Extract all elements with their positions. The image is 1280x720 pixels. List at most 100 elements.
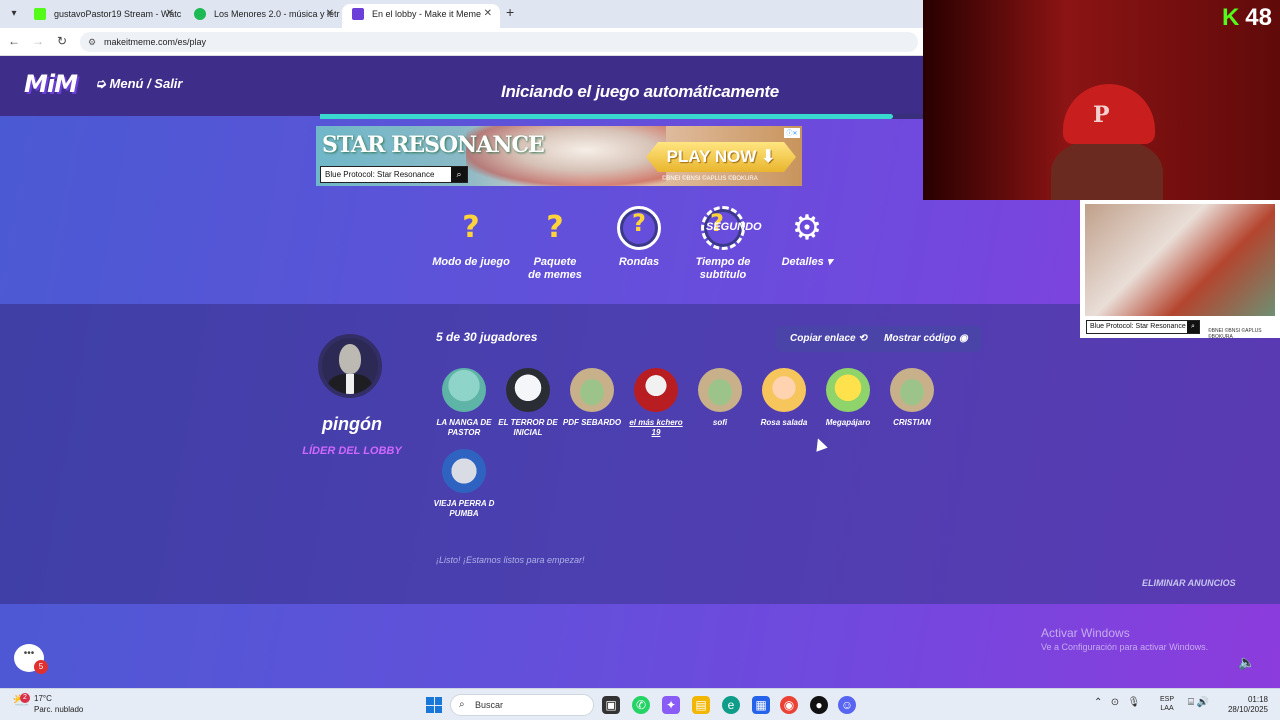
kick-favicon-icon xyxy=(34,8,46,20)
setting-rounds[interactable]: ? Rondas xyxy=(594,206,684,269)
file-explorer-icon[interactable]: ▤ xyxy=(692,696,710,714)
kick-logo-icon: K xyxy=(1221,4,1240,31)
ready-status: ¡Listo! ¡Estamos listos para empezar! xyxy=(436,555,585,565)
ad-banner[interactable]: STAR RESONANCE PLAY NOW ⬇ Blue Protocol:… xyxy=(316,126,802,186)
tab-search-icon[interactable]: ▾ xyxy=(6,6,22,22)
player-avatar xyxy=(826,368,870,412)
reload-icon[interactable]: ↻ xyxy=(54,34,70,48)
show-code-button[interactable]: Mostrar código ◉ xyxy=(870,326,982,352)
gear-icon: ⚙ xyxy=(791,209,823,247)
player-avatar xyxy=(698,368,742,412)
player-card[interactable]: Rosa salada xyxy=(752,368,816,428)
search-icon[interactable]: ⌕ xyxy=(451,167,467,182)
browser-tab-strip: ▾ gustavoPastor19 Stream - Watc ✕ Los Me… xyxy=(0,0,923,28)
ad-info-icon[interactable]: ⓘ✕ xyxy=(784,128,800,138)
setting-subtitle-time[interactable]: ? SEGUNDO Tiempo de subtítulo xyxy=(678,206,768,282)
auto-start-progress xyxy=(320,114,923,119)
setting-game-mode[interactable]: ? Modo de juego xyxy=(426,206,516,269)
edge-icon[interactable]: e xyxy=(722,696,740,714)
player-name: el más kchero 19 xyxy=(629,418,683,437)
copilot-icon[interactable]: ✦ xyxy=(662,696,680,714)
player-name: sofi xyxy=(712,418,728,427)
site-info-icon[interactable]: ⚙ xyxy=(88,32,96,52)
tab-make-it-meme[interactable]: En el lobby - Make it Meme ✕ xyxy=(342,4,500,28)
chrome-icon[interactable]: ◉ xyxy=(780,696,798,714)
back-icon[interactable]: ← xyxy=(6,34,22,48)
player-avatar xyxy=(890,368,934,412)
microphone-icon[interactable]: 🎙 xyxy=(1127,697,1140,708)
tab-spotify[interactable]: Los Menores 2.0 - música y letr ✕ xyxy=(184,4,342,28)
windows-start-icon[interactable] xyxy=(426,697,442,713)
player-card[interactable]: CRISTIAN xyxy=(880,368,944,428)
search-icon[interactable]: ⌕ xyxy=(1187,321,1199,333)
question-icon: ? xyxy=(546,210,564,245)
player-card[interactable]: LA NANGA DE PASTOR xyxy=(432,368,496,438)
new-tab-icon[interactable]: + xyxy=(506,4,514,20)
taskbar-clock[interactable]: 01:18 28/10/2025 xyxy=(1224,695,1268,715)
ad-copyright: ©BNEI ©BNSI ©APLUS ©BOKURA xyxy=(662,176,758,182)
mim-favicon-icon xyxy=(352,8,364,20)
setting-details[interactable]: ⚙ Detalles ▾ xyxy=(762,206,852,269)
side-ad-search-box[interactable]: Blue Protocol: Star Resonance ⌕ xyxy=(1086,320,1200,334)
obs-icon[interactable]: ● xyxy=(810,696,828,714)
close-tab-icon[interactable]: ✕ xyxy=(326,4,334,24)
speaker-icon: 🔊 xyxy=(1196,697,1210,708)
player-avatar xyxy=(506,368,550,412)
lobby-panel: pingón LÍDER DEL LOBBY 5 de 30 jugadores… xyxy=(0,304,1280,604)
exit-icon: ➭ xyxy=(95,76,110,91)
remove-ads-link[interactable]: ELIMINAR ANUNCIOS xyxy=(1142,578,1236,588)
leader-role: LÍDER DEL LOBBY xyxy=(302,445,402,457)
kick-viewer-badge: K 48 xyxy=(1221,4,1272,31)
eye-icon: ◉ xyxy=(959,333,968,344)
language-indicator[interactable]: ESP LAA xyxy=(1160,695,1174,713)
store-icon[interactable]: ▦ xyxy=(752,696,770,714)
chat-button[interactable]: ••• 5 xyxy=(14,644,48,674)
task-view-icon[interactable]: ▣ xyxy=(602,696,620,714)
url-field[interactable]: ⚙ makeitmeme.com/es/play xyxy=(80,32,918,52)
network-icon: ⌸ xyxy=(1188,697,1194,708)
volume-icon[interactable]: 🔈 xyxy=(1238,654,1255,671)
player-avatar xyxy=(442,449,486,493)
player-card[interactable]: Megapájaro xyxy=(816,368,880,428)
progress-fill xyxy=(320,114,893,119)
auto-start-title: Iniciando el juego automáticamente xyxy=(501,82,779,101)
taskbar-search-input[interactable]: ⌕ Buscar xyxy=(450,694,594,716)
player-name: CRISTIAN xyxy=(893,418,931,427)
network-sound-icons[interactable]: ⌸ 🔊 xyxy=(1188,697,1209,708)
players-count: 5 de 30 jugadores xyxy=(436,330,538,344)
player-card[interactable]: EL TERROR DE INICIAL xyxy=(496,368,560,438)
player-card[interactable]: el más kchero 19 xyxy=(624,368,688,438)
ad-play-now-button[interactable]: PLAY NOW ⬇ xyxy=(646,142,796,172)
player-name: LA NANGA DE PASTOR xyxy=(436,418,492,437)
mim-logo[interactable]: MiM xyxy=(24,70,78,98)
question-icon: ? xyxy=(462,210,480,245)
chevron-up-icon[interactable]: ⌃ xyxy=(1094,697,1102,708)
forward-icon[interactable]: → xyxy=(30,34,46,48)
discord-icon[interactable]: ☺ xyxy=(838,696,856,714)
search-icon: ⌕ xyxy=(459,699,465,710)
weather-badge: 2 xyxy=(20,693,30,703)
webcam-overlay: P K 48 xyxy=(923,0,1280,200)
link-icon: ⟲ xyxy=(858,333,867,344)
tab-kick-stream[interactable]: gustavoPastor19 Stream - Watc ✕ xyxy=(24,4,182,28)
windows-taskbar: ⛅ 2 17°C Parc. nublado ⌕ Buscar ▣ ✆ ✦ ▤ … xyxy=(0,688,1280,720)
ad-search-box[interactable]: Blue Protocol: Star Resonance ⌕ xyxy=(320,166,468,183)
menu-exit-link[interactable]: ➭ Menú / Salir xyxy=(95,76,182,92)
close-tab-icon[interactable]: ✕ xyxy=(484,4,492,24)
player-card[interactable]: VIEJA PERRA D PUMBA xyxy=(432,449,496,519)
whatsapp-icon[interactable]: ✆ xyxy=(632,696,650,714)
side-ad[interactable]: Blue Protocol: Star Resonance ⌕ ©BNEI ©B… xyxy=(1080,200,1280,338)
player-name: PDF SEBARDO xyxy=(562,418,622,427)
close-tab-icon[interactable]: ✕ xyxy=(166,4,174,24)
weather-widget[interactable]: ⛅ 2 17°C Parc. nublado xyxy=(12,693,83,715)
tray-app-icon[interactable]: ⊙ xyxy=(1111,697,1119,708)
player-name: Megapájaro xyxy=(825,418,871,427)
setting-meme-pack[interactable]: ? Paquete de memes xyxy=(510,206,600,282)
player-name: VIEJA PERRA D PUMBA xyxy=(433,499,495,518)
system-tray[interactable]: ⌃ ⊙ 🎙 xyxy=(1094,697,1140,708)
player-card[interactable]: PDF SEBARDO xyxy=(560,368,624,428)
leader-avatar xyxy=(318,334,382,398)
player-avatar xyxy=(570,368,614,412)
player-card[interactable]: sofi xyxy=(688,368,752,428)
copy-link-button[interactable]: Copiar enlace ⟲ xyxy=(776,326,881,352)
